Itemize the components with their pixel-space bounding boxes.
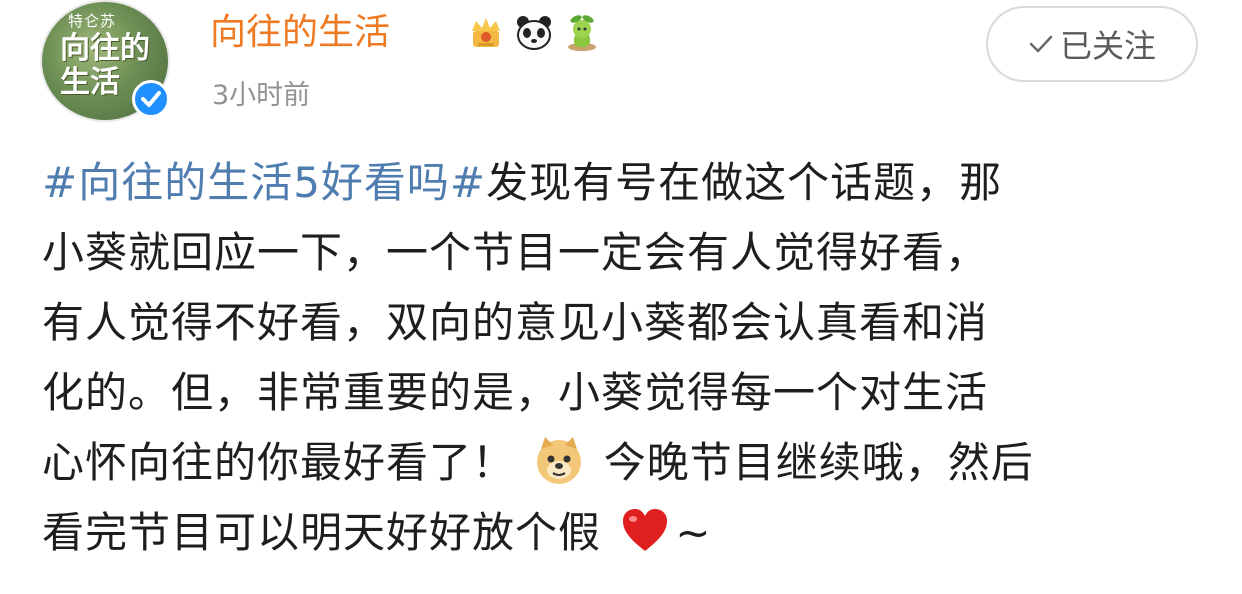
panda-badge-icon[interactable] bbox=[514, 13, 554, 53]
post-line-1-text: 发现有号在做这个话题，那 bbox=[486, 158, 1003, 207]
topic-link[interactable]: #向往的生活5好看吗# bbox=[42, 158, 486, 207]
post-line-5: 心怀向往的你最好看了！ 今晚节目继续哦，然后 bbox=[42, 428, 1212, 498]
post-timestamp: 3小时前 bbox=[212, 80, 311, 111]
post-line-5-text-a: 心怀向往的你最好看了！ bbox=[42, 438, 516, 487]
post-line-6: 看完节目可以明天好好放个假 ~ bbox=[42, 498, 1212, 568]
doge-emoji-icon bbox=[533, 435, 585, 487]
username[interactable]: 向往的生活 bbox=[210, 8, 390, 58]
avatar-brand-text: 特仑苏 bbox=[68, 12, 117, 30]
post-line-2: 小葵就回应一下，一个节目一定会有人觉得好看， bbox=[42, 228, 989, 277]
user-badges bbox=[466, 10, 602, 56]
follow-button[interactable]: 已关注 bbox=[986, 6, 1198, 82]
crown-badge-icon[interactable] bbox=[466, 13, 506, 53]
post-line-1: #向往的生活5好看吗#发现有号在做这个话题，那 bbox=[42, 148, 1212, 218]
check-icon bbox=[1028, 25, 1054, 63]
post-line-3: 有人觉得不好看，双向的意见小葵都会认真看和消 bbox=[42, 298, 989, 347]
avatar[interactable]: 特仑苏 向往的生活 bbox=[40, 0, 170, 122]
post-line-4: 化的。但，非常重要的是，小葵觉得每一个对生活 bbox=[42, 368, 989, 417]
verified-icon bbox=[132, 80, 170, 118]
heart-emoji-icon bbox=[619, 505, 671, 557]
tilde-text: ~ bbox=[675, 508, 712, 557]
post-content: #向往的生活5好看吗#发现有号在做这个话题，那 小葵就回应一下，一个节目一定会有… bbox=[42, 148, 1212, 568]
post-line-6-text: 看完节目可以明天好好放个假 bbox=[42, 508, 602, 557]
post-line-5-text-b: 今晚节目继续哦，然后 bbox=[603, 438, 1034, 487]
sprout-badge-icon[interactable] bbox=[562, 13, 602, 53]
follow-button-label: 已关注 bbox=[1059, 27, 1156, 65]
